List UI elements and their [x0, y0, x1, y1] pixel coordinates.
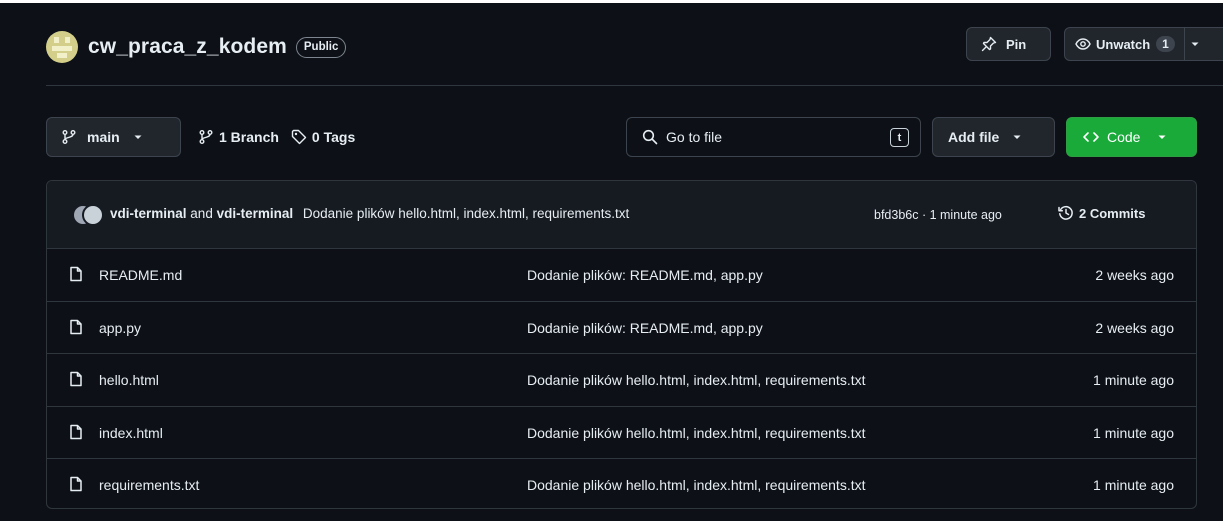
top-border-line	[0, 0, 1223, 3]
file-icon	[70, 266, 82, 282]
file-row[interactable]: requirements.txt Dodanie plików hello.htm…	[47, 457, 1196, 508]
chevron-down-icon	[134, 135, 142, 139]
add-file-label: Add file	[948, 129, 1000, 145]
branch-label: main	[87, 129, 120, 145]
file-name-link[interactable]: hello.html	[99, 372, 159, 388]
branch-tag-links: 1 Branch 0 Tags	[198, 125, 355, 149]
file-row[interactable]: hello.html Dodanie plików hello.html, ind…	[47, 353, 1196, 405]
file-row[interactable]: index.html Dodanie plików hello.html, ind…	[47, 405, 1196, 458]
file-listing: vdi-terminal and vdi-terminal Dodanie pl…	[46, 180, 1197, 509]
file-name-link[interactable]: README.md	[99, 267, 182, 283]
unwatch-label: Unwatch	[1096, 36, 1151, 52]
file-icon	[70, 476, 82, 491]
file-row[interactable]: app.py Dodanie plików: README.md, app.py 2…	[47, 301, 1196, 353]
commit-author-link[interactable]: vdi-terminal	[110, 206, 187, 221]
chevron-down-icon	[1013, 135, 1021, 139]
file-rows: README.md Dodanie plików: README.md, app.…	[47, 249, 1196, 508]
file-commit-message-link[interactable]: Dodanie plików hello.html, index.html, r…	[527, 372, 866, 388]
file-icon	[70, 372, 82, 387]
file-commit-date: 1 minute ago	[1093, 372, 1174, 389]
add-file-button[interactable]: Add file	[932, 117, 1055, 157]
file-row[interactable]: README.md Dodanie plików: README.md, app.…	[47, 249, 1196, 301]
file-commit-date: 1 minute ago	[1093, 476, 1174, 493]
unwatch-button[interactable]: Unwatch 1	[1064, 27, 1223, 61]
repo-name[interactable]: cw_praca_z_kodem	[88, 35, 287, 59]
latest-commit-bar: vdi-terminal and vdi-terminal Dodanie pl…	[47, 181, 1196, 249]
go-to-file-input[interactable]	[666, 129, 866, 145]
file-commit-message-link[interactable]: Dodanie plików: README.md, app.py	[527, 267, 763, 283]
chevron-down-icon	[1158, 135, 1166, 139]
chevron-down-icon[interactable]	[1189, 38, 1201, 50]
tags-link[interactable]: 0 Tags	[312, 129, 355, 145]
header-divider	[46, 85, 1223, 86]
file-name-link[interactable]: index.html	[99, 425, 163, 441]
watch-count: 1	[1156, 36, 1175, 52]
commits-count: 2 Commits	[1079, 205, 1146, 221]
commit-coauthor-link[interactable]: vdi-terminal	[217, 206, 294, 221]
avatar	[82, 204, 104, 226]
owner-avatar[interactable]	[46, 31, 78, 63]
pin-button[interactable]: Pin	[966, 27, 1051, 61]
keyboard-shortcut-hint: t	[890, 128, 909, 147]
file-name-link[interactable]: requirements.txt	[99, 477, 199, 493]
code-button[interactable]: Code	[1066, 117, 1197, 157]
button-divider	[1183, 28, 1185, 60]
commit-avatars[interactable]	[72, 204, 106, 226]
commits-history-link[interactable]: 2 Commits	[1058, 205, 1145, 221]
git-branch-icon	[62, 130, 76, 144]
file-commit-message-link[interactable]: Dodanie plików hello.html, index.html, r…	[527, 425, 866, 441]
eye-icon	[1075, 38, 1091, 50]
code-label: Code	[1107, 129, 1141, 145]
file-commit-message-link[interactable]: Dodanie plików: README.md, app.py	[527, 320, 763, 336]
file-commit-date: 2 weeks ago	[1095, 320, 1174, 337]
repo-header: cw_praca_z_kodem Public	[46, 27, 347, 67]
git-branch-icon	[199, 130, 213, 144]
file-commit-date: 2 weeks ago	[1095, 267, 1174, 283]
search-icon	[642, 129, 658, 145]
file-icon	[70, 319, 82, 335]
commit-hash-time[interactable]: bfd3b6c · 1 minute ago	[874, 208, 1002, 222]
code-icon	[1083, 132, 1099, 142]
avatar-identicon-icon	[52, 37, 72, 58]
branch-selector[interactable]: main	[46, 117, 181, 157]
file-commit-message-link[interactable]: Dodanie plików hello.html, index.html, r…	[527, 477, 866, 493]
visibility-badge: Public	[295, 36, 347, 58]
file-name-link[interactable]: app.py	[99, 320, 141, 336]
go-to-file-search[interactable]: t	[626, 117, 921, 157]
tag-icon	[291, 129, 307, 145]
commit-summary: vdi-terminal and vdi-terminal Dodanie pl…	[110, 206, 629, 221]
pin-icon	[981, 36, 997, 52]
commit-and-text: and	[190, 206, 213, 221]
file-commit-date: 1 minute ago	[1093, 424, 1174, 441]
file-icon	[70, 424, 82, 439]
pin-label: Pin	[1006, 36, 1027, 52]
history-icon	[1058, 205, 1073, 220]
branches-link[interactable]: 1 Branch	[219, 129, 279, 145]
commit-message-link[interactable]: Dodanie plików hello.html, index.html, r…	[303, 206, 629, 221]
